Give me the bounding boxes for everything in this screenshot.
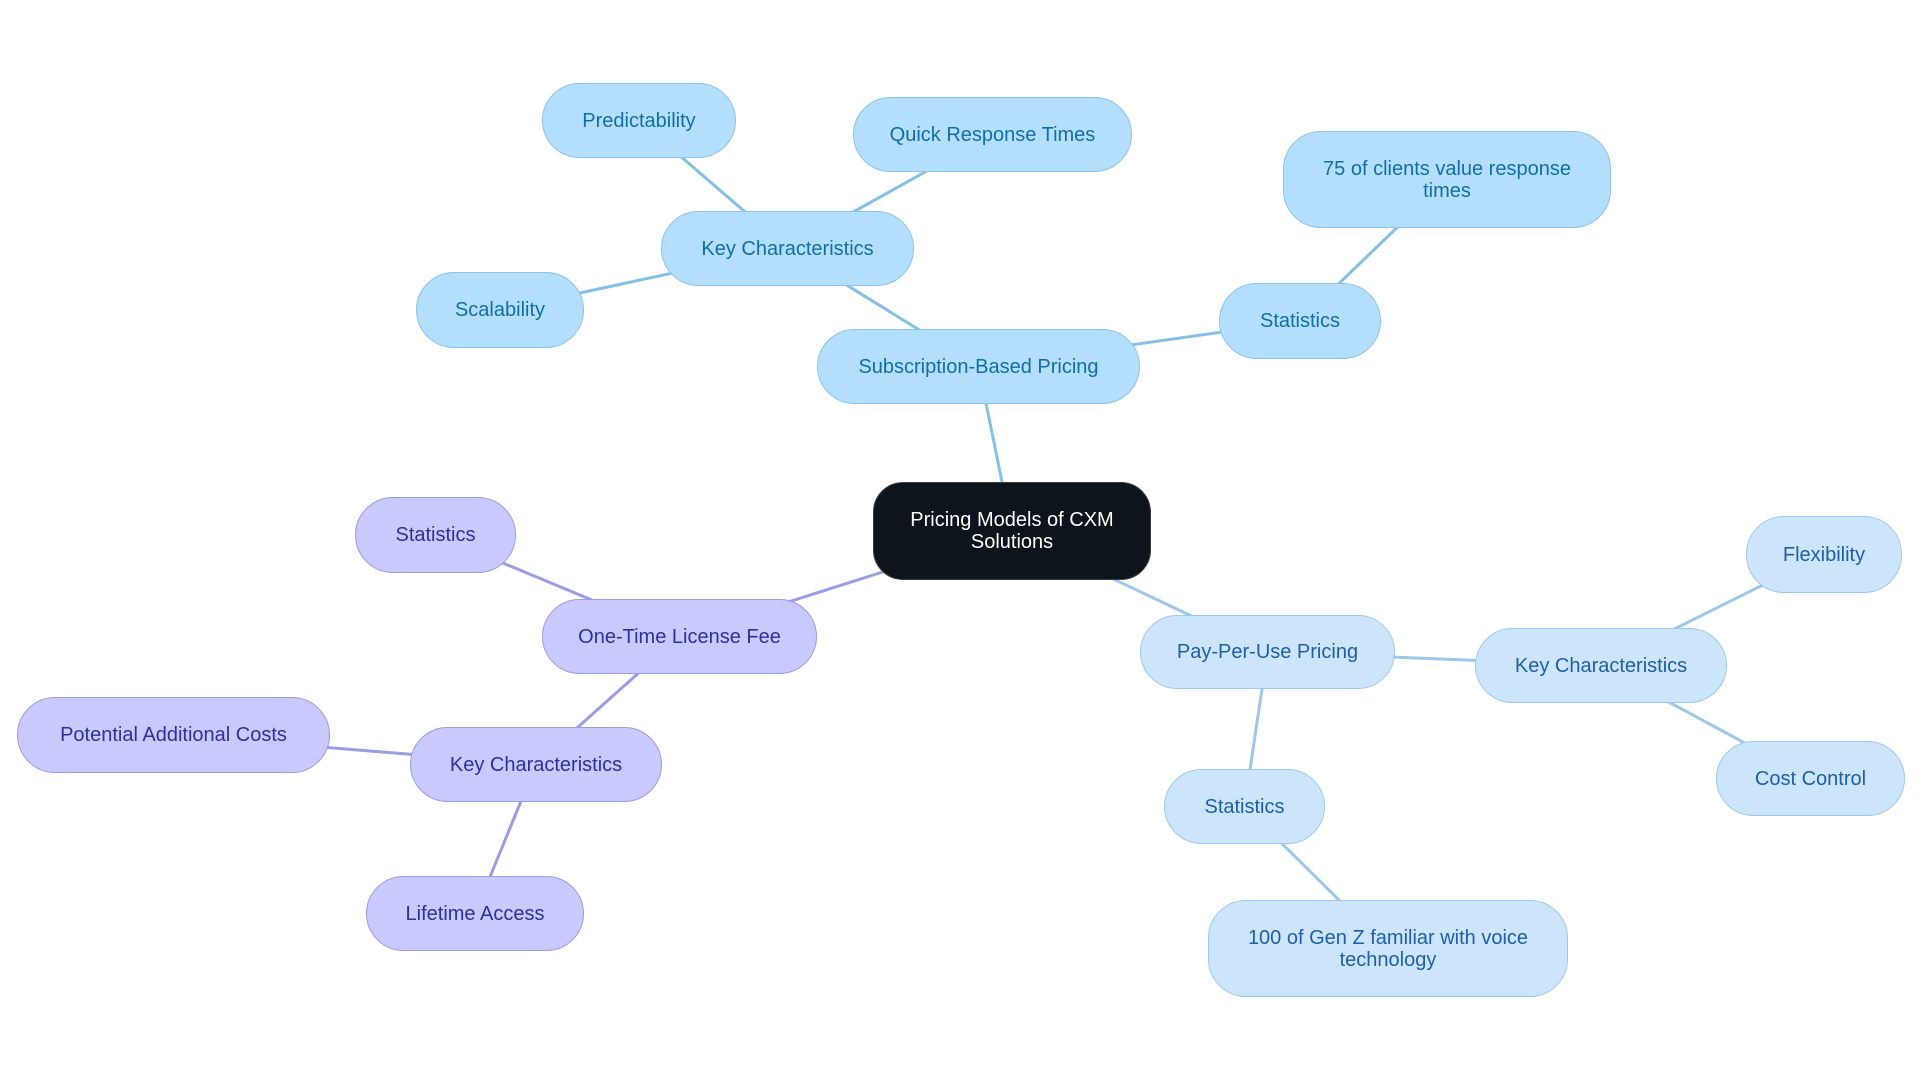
potential-additional-costs-node[interactable]: Potential Additional Costs <box>17 697 330 773</box>
node-label: Key Characteristics <box>449 753 623 776</box>
scalability-node[interactable]: Scalability <box>416 272 584 348</box>
subscription-key-characteristics-node[interactable]: Key Characteristics <box>661 211 914 286</box>
node-label: Subscription-Based Pricing <box>858 355 1099 378</box>
node-label: Flexibility <box>1782 543 1866 566</box>
node-label: Lifetime Access <box>405 902 545 925</box>
root-label: Pricing Models of CXM Solutions <box>910 509 1114 553</box>
node-label: Cost Control <box>1754 767 1867 790</box>
node-label: Pay-Per-Use Pricing <box>1176 641 1359 663</box>
cost-control-node[interactable]: Cost Control <box>1716 741 1905 816</box>
predictability-node[interactable]: Predictability <box>542 83 736 158</box>
gen-z-voice-stat-node[interactable]: 100 of Gen Z familiar with voice technol… <box>1208 900 1568 997</box>
pay-per-use-pricing-node[interactable]: Pay-Per-Use Pricing <box>1140 615 1395 689</box>
node-label: Quick Response Times <box>889 123 1096 146</box>
root-node[interactable]: Pricing Models of CXM Solutions <box>873 482 1151 580</box>
subscription-statistics-node[interactable]: Statistics <box>1219 283 1381 359</box>
node-label: Predictability <box>582 109 696 132</box>
node-label: Key Characteristics <box>1514 654 1688 677</box>
one-time-key-characteristics-node[interactable]: Key Characteristics <box>410 727 662 802</box>
node-label: Key Characteristics <box>701 237 874 260</box>
node-label: 75 of clients value response times <box>1323 157 1571 202</box>
node-label: 100 of Gen Z familiar with voice technol… <box>1247 926 1529 971</box>
node-label: Statistics <box>395 524 476 546</box>
node-label: Scalability <box>454 299 546 321</box>
node-label: Statistics <box>1259 310 1341 332</box>
flexibility-node[interactable]: Flexibility <box>1746 516 1902 593</box>
pay-per-use-key-characteristics-node[interactable]: Key Characteristics <box>1475 628 1727 703</box>
quick-response-times-node[interactable]: Quick Response Times <box>853 97 1132 172</box>
subscription-pricing-node[interactable]: Subscription-Based Pricing <box>817 329 1140 404</box>
lifetime-access-node[interactable]: Lifetime Access <box>366 876 584 951</box>
client-response-stat-node[interactable]: 75 of clients value response times <box>1283 131 1611 228</box>
one-time-statistics-node[interactable]: Statistics <box>355 497 516 573</box>
node-label: Statistics <box>1204 795 1285 818</box>
one-time-license-fee-node[interactable]: One-Time License Fee <box>542 599 817 674</box>
node-label: One-Time License Fee <box>578 625 781 648</box>
pay-per-use-statistics-node[interactable]: Statistics <box>1164 769 1325 844</box>
node-label: Potential Additional Costs <box>60 724 287 746</box>
